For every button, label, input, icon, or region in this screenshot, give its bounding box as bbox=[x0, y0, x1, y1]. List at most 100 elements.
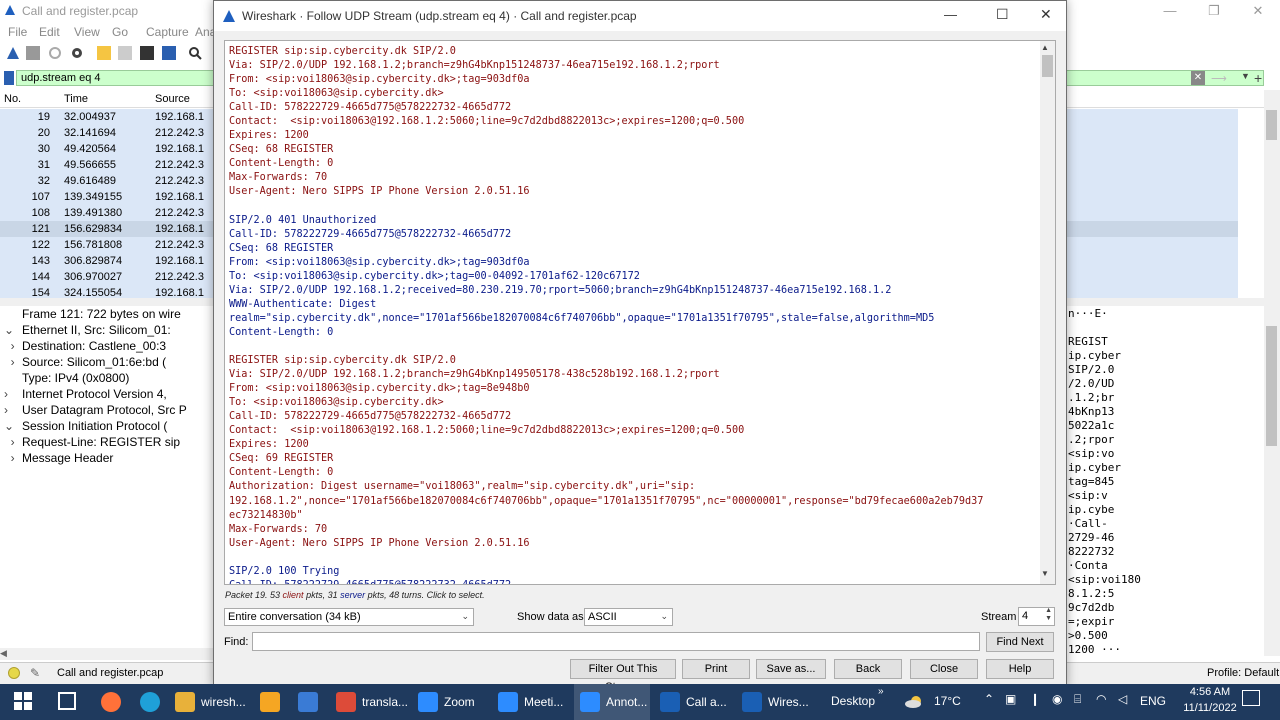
taskbar-app-icon[interactable] bbox=[660, 692, 680, 712]
tree-expander-icon[interactable]: › bbox=[4, 435, 22, 449]
taskbar-app-label[interactable]: transla... bbox=[362, 684, 408, 720]
dialog-close-icon[interactable]: ✕ bbox=[1040, 6, 1052, 23]
bookmark-icon[interactable] bbox=[4, 71, 14, 85]
menu-edit[interactable]: Edit bbox=[39, 25, 60, 39]
packet-list-scrollbar[interactable] bbox=[1264, 90, 1280, 298]
reload-icon[interactable] bbox=[162, 46, 176, 60]
taskbar-app-label[interactable]: Zoom bbox=[444, 684, 475, 720]
taskbar-app-label[interactable]: Meeti... bbox=[524, 684, 563, 720]
find-next-button[interactable]: Find Next bbox=[986, 632, 1054, 652]
taskbar-app-icon[interactable] bbox=[336, 692, 356, 712]
packet-list-scroll-thumb[interactable] bbox=[1266, 110, 1277, 140]
clock-time[interactable]: 4:56 AM bbox=[1180, 686, 1240, 698]
tree-expander-icon[interactable]: › bbox=[4, 355, 22, 369]
filter-dropdown-icon[interactable]: ▼ bbox=[1241, 71, 1255, 85]
apply-filter-arrow-icon[interactable]: ⟶ bbox=[1211, 72, 1241, 85]
taskbar-app-label[interactable]: Annot... bbox=[606, 684, 647, 720]
back-button[interactable]: Back bbox=[834, 659, 902, 679]
tree-expander-icon[interactable]: › bbox=[4, 451, 22, 465]
detail-tree-item[interactable]: Frame 121: 722 bytes on wire bbox=[4, 307, 181, 323]
detail-tree-item[interactable]: › User Datagram Protocol, Src P bbox=[4, 403, 187, 419]
notification-icon[interactable] bbox=[1242, 690, 1260, 706]
detail-tree-item[interactable]: Type: IPv4 (0x0800) bbox=[4, 371, 129, 387]
scroll-down-icon[interactable]: ▼ bbox=[1041, 569, 1049, 578]
save-file-icon[interactable] bbox=[118, 46, 132, 60]
edit-comment-icon[interactable]: ✎ bbox=[30, 666, 40, 680]
bytes-scroll-thumb[interactable] bbox=[1266, 326, 1277, 446]
main-minimize-icon[interactable]: — bbox=[1148, 0, 1192, 22]
desktop-label[interactable]: Desktop bbox=[831, 694, 875, 708]
detail-tree-item[interactable]: ⌄ Session Initiation Protocol ( bbox=[4, 419, 167, 435]
help-button[interactable]: Help bbox=[986, 659, 1054, 679]
bytes-scrollbar[interactable] bbox=[1264, 306, 1280, 656]
detail-tree-item[interactable]: › Message Header bbox=[4, 451, 114, 467]
stream-spin-icon[interactable]: ▲ ▼ bbox=[1045, 607, 1052, 623]
taskbar-app-icon[interactable] bbox=[418, 692, 438, 712]
edge-icon[interactable] bbox=[140, 692, 160, 712]
detail-tree-item[interactable]: › Source: Silicom_01:6e:bd ( bbox=[4, 355, 166, 371]
print-button[interactable]: Print bbox=[682, 659, 750, 679]
dialog-minimize-icon[interactable]: — bbox=[944, 7, 957, 22]
col-time[interactable]: Time bbox=[64, 93, 88, 105]
taskbar-app-label[interactable]: Call a... bbox=[686, 684, 727, 720]
clock-date[interactable]: 11/11/2022 bbox=[1176, 702, 1244, 714]
tray-zoom-icon[interactable]: ◉ bbox=[1052, 692, 1062, 706]
details-hscroll[interactable]: ◀ bbox=[0, 648, 214, 660]
scroll-up-icon[interactable]: ▲ bbox=[1041, 43, 1049, 52]
windows-start-icon[interactable] bbox=[14, 692, 32, 710]
close-file-icon[interactable] bbox=[140, 46, 154, 60]
tray-volume-icon[interactable]: ◁ bbox=[1118, 692, 1127, 706]
main-close-icon[interactable]: ✕ bbox=[1236, 0, 1280, 22]
menu-go[interactable]: Go bbox=[112, 25, 128, 39]
restart-capture-icon[interactable] bbox=[48, 46, 62, 60]
conversation-select[interactable]: Entire conversation (34 kB) ⌄ bbox=[224, 608, 474, 626]
tree-expander-icon[interactable]: › bbox=[4, 403, 22, 417]
add-filter-icon[interactable]: + bbox=[1254, 70, 1262, 86]
status-profile[interactable]: Profile: Default bbox=[1207, 667, 1279, 679]
taskbar-app-icon[interactable] bbox=[742, 692, 762, 712]
tray-mic-icon[interactable]: ❙ bbox=[1030, 692, 1040, 706]
col-no[interactable]: No. bbox=[4, 93, 21, 105]
tray-network-icon[interactable]: ⌸ bbox=[1074, 692, 1081, 707]
stop-capture-icon[interactable] bbox=[26, 46, 40, 60]
expert-info-icon[interactable] bbox=[8, 667, 20, 679]
taskbar-app-label[interactable]: wiresh... bbox=[201, 684, 246, 720]
task-view-icon[interactable] bbox=[58, 692, 76, 710]
taskbar-app-label[interactable]: Wires... bbox=[768, 684, 809, 720]
taskbar-app-icon[interactable] bbox=[298, 692, 318, 712]
tree-expander-icon[interactable]: › bbox=[4, 387, 22, 401]
temperature[interactable]: 17°C bbox=[934, 694, 961, 708]
close-button[interactable]: Close bbox=[910, 659, 978, 679]
tree-expander-icon[interactable]: › bbox=[4, 339, 22, 353]
taskbar-app-icon[interactable] bbox=[498, 692, 518, 712]
menu-view[interactable]: View bbox=[74, 25, 100, 39]
taskbar-app-icon[interactable] bbox=[580, 692, 600, 712]
tree-expander-icon[interactable]: ⌄ bbox=[4, 419, 22, 433]
tree-expander-icon[interactable] bbox=[4, 307, 22, 321]
find-input[interactable] bbox=[252, 632, 980, 651]
stream-spinbox[interactable]: 4 ▲ ▼ bbox=[1018, 607, 1055, 626]
main-restore-icon[interactable]: ❐ bbox=[1192, 0, 1236, 22]
stream-content-area[interactable]: REGISTER sip:sip.cybercity.dk SIP/2.0 Via… bbox=[224, 40, 1056, 585]
tray-camera-icon[interactable]: ▣ bbox=[1005, 692, 1016, 706]
stream-scrollbar[interactable]: ▲ ▼ bbox=[1040, 41, 1055, 584]
dialog-maximize-icon[interactable]: ☐ bbox=[996, 6, 1009, 23]
find-packet-icon[interactable] bbox=[188, 46, 202, 60]
col-source[interactable]: Source bbox=[155, 93, 190, 105]
language-indicator[interactable]: ENG bbox=[1140, 694, 1166, 708]
open-folder-icon[interactable] bbox=[97, 46, 111, 60]
firefox-icon[interactable] bbox=[101, 692, 121, 712]
save-as-button[interactable]: Save as... bbox=[756, 659, 826, 679]
weather-icon[interactable] bbox=[904, 694, 926, 708]
options-gear-icon[interactable] bbox=[70, 46, 84, 60]
tree-expander-icon[interactable]: ⌄ bbox=[4, 323, 22, 337]
detail-tree-item[interactable]: › Request-Line: REGISTER sip bbox=[4, 435, 180, 451]
detail-tree-item[interactable]: › Destination: Castlene_00:3 bbox=[4, 339, 166, 355]
clear-filter-icon[interactable]: ✕ bbox=[1191, 71, 1205, 85]
show-data-select[interactable]: ASCII ⌄ bbox=[584, 608, 673, 626]
taskbar-app-icon[interactable] bbox=[260, 692, 280, 712]
menu-capture[interactable]: Capture bbox=[146, 25, 189, 39]
menu-file[interactable]: File bbox=[8, 25, 27, 39]
start-capture-icon[interactable] bbox=[6, 46, 20, 60]
tray-chevron-icon[interactable]: ⌃ bbox=[984, 692, 994, 706]
